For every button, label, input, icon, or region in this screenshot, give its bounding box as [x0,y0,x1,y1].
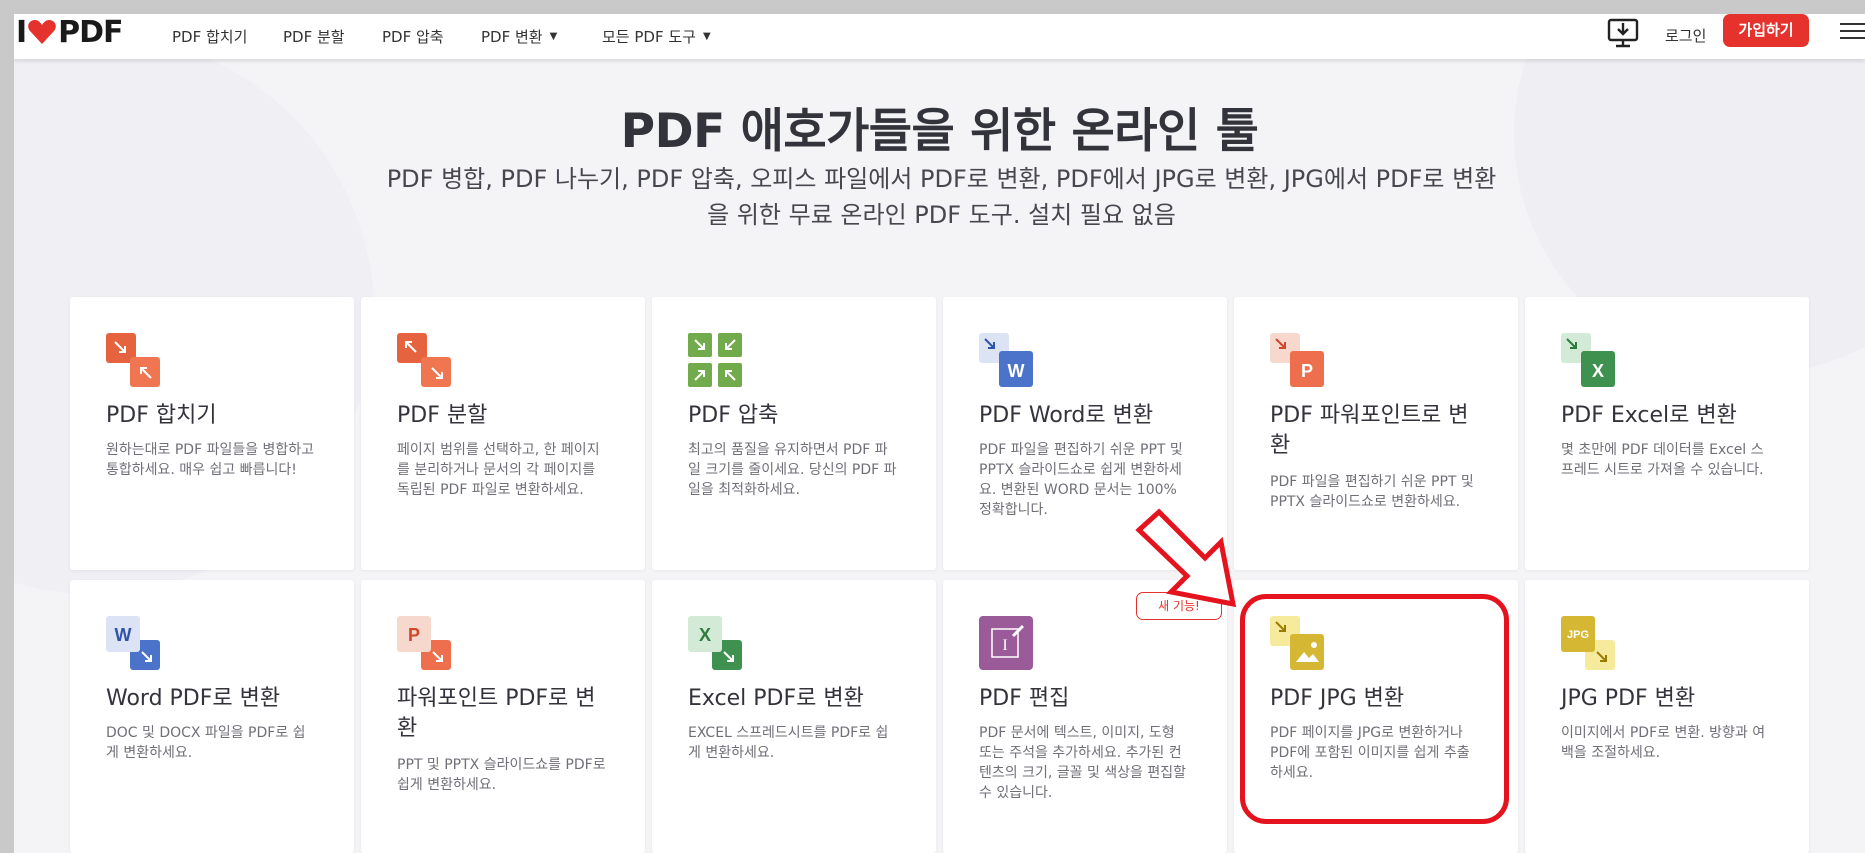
tool-description: DOC 및 DOCX 파일을 PDF로 쉽게 변환하세요. [106,725,306,761]
tool-card-pdf-to-powerpoint[interactable]: P PDF 파워포인트로 변환 PDF 파일을 편집하기 쉬운 PPT 및 PP… [1234,297,1518,570]
tool-title: PDF 합치기 [106,403,217,428]
tool-description: EXCEL 스프레드시트를 PDF로 쉽게 변환하세요. [688,725,889,761]
tool-card-pdf-to-excel[interactable]: X PDF Excel로 변환 몇 초만에 PDF 데이터를 Excel 스프레… [1525,297,1809,570]
menu-icon[interactable] [1840,19,1865,41]
tool-card-word-to-pdf[interactable]: W Word PDF로 변환 DOC 및 DOCX 파일을 PDF로 쉽게 변환… [70,580,354,853]
svg-text:P: P [408,625,420,645]
page: I PDF PDF 합치기 PDF 분할 PDF 압축 PDF 변환 ▼ 모든 P… [14,14,1865,853]
excel-to-pdf-icon: X [688,616,742,670]
tool-title: Excel PDF로 변환 [688,686,864,711]
page-subtitle: PDF 병합, PDF 나누기, PDF 압축, 오피스 파일에서 PDF로 변… [386,165,1497,229]
tool-card-split[interactable]: PDF 분할 페이지 범위를 선택하고, 한 페이지를 분리하거나 문서의 각 … [361,297,645,570]
signup-button[interactable]: 가입하기 [1723,14,1809,47]
logo-text-pdf: PDF [58,14,123,50]
heart-icon [28,20,56,44]
tool-card-jpg-to-pdf[interactable]: JPG JPG PDF 변환 이미지에서 PDF로 변환. 방향과 여백을 조절… [1525,580,1809,853]
tool-title: PDF JPG 변환 [1270,686,1405,711]
svg-text:W: W [1008,361,1025,381]
tool-title: PDF 압축 [688,403,779,428]
tool-title: PDF 파워포인트로 변환 [1270,403,1469,458]
edit-pdf-icon: I [979,616,1033,670]
tool-description: 페이지 범위를 선택하고, 한 페이지를 분리하거나 문서의 각 페이지를 독립… [397,442,600,498]
tool-description: 몇 초만에 PDF 데이터를 Excel 스프레드 시트로 가져올 수 있습니다… [1561,442,1764,478]
tool-card-pdf-to-jpg[interactable]: PDF JPG 변환 PDF 페이지를 JPG로 변환하거나 PDF에 포함된 … [1234,580,1518,853]
nav-compress[interactable]: PDF 압축 [382,14,444,59]
compress-icon [688,333,742,387]
tool-description: 원하는대로 PDF 파일들을 병합하고 통합하세요. 매우 쉽고 빠릅니다! [106,442,315,478]
tool-card-excel-to-pdf[interactable]: X Excel PDF로 변환 EXCEL 스프레드시트를 PDF로 쉽게 변환… [652,580,936,853]
desktop-download-icon[interactable] [1603,14,1643,54]
tool-card-compress[interactable]: PDF 압축 최고의 품질을 유지하면서 PDF 파일 크기를 줄이세요. 당신… [652,297,936,570]
caret-down-icon: ▼ [702,31,711,42]
tool-title: PDF 편집 [979,686,1070,711]
tool-description: PDF 문서에 텍스트, 이미지, 도형 또는 주석을 추가하세요. 추가된 컨… [979,725,1187,801]
split-icon [397,333,451,387]
tool-card-merge[interactable]: PDF 합치기 원하는대로 PDF 파일들을 병합하고 통합하세요. 매우 쉽고… [70,297,354,570]
top-navbar: I PDF PDF 합치기 PDF 분할 PDF 압축 PDF 변환 ▼ 모든 P… [14,14,1865,59]
pdf-to-word-icon: W [979,333,1033,387]
pdf-to-excel-icon: X [1561,333,1615,387]
caret-down-icon: ▼ [549,31,558,42]
tool-title: PDF 분할 [397,403,488,428]
tool-card-edit-pdf[interactable]: I PDF 편집 PDF 문서에 텍스트, 이미지, 도형 또는 주석을 추가하… [943,580,1227,853]
tool-description: PDF 파일을 편집하기 쉬운 PPT 및 PPTX 슬라이드쇼로 변환하세요. [1270,474,1474,510]
logo-text-i: I [16,14,27,50]
tool-description: 최고의 품질을 유지하면서 PDF 파일 크기를 줄이세요. 당신의 PDF 파… [688,442,897,498]
annotation-arrow-icon [1135,508,1237,608]
page-title: PDF 애호가들을 위한 온라인 툴 [620,104,1259,159]
nav-convert[interactable]: PDF 변환 ▼ [481,14,557,59]
tool-title: PDF Word로 변환 [979,403,1154,428]
word-to-pdf-icon: W [106,616,160,670]
nav-merge[interactable]: PDF 합치기 [172,14,247,59]
svg-text:P: P [1301,361,1313,381]
tool-title: JPG PDF 변환 [1561,686,1696,711]
tool-title: PDF Excel로 변환 [1561,403,1737,428]
tool-title: 파워포인트 PDF로 변환 [397,686,596,741]
logo[interactable]: I PDF [16,14,124,50]
svg-text:JPG: JPG [1567,629,1589,641]
merge-icon [106,333,160,387]
svg-text:I: I [1002,637,1007,654]
svg-text:W: W [115,625,132,645]
nav-split[interactable]: PDF 분할 [283,14,345,59]
nav-all-tools[interactable]: 모든 PDF 도구 ▼ [602,14,711,59]
pdf-to-powerpoint-icon: P [1270,333,1324,387]
powerpoint-to-pdf-icon: P [397,616,451,670]
jpg-to-pdf-icon: JPG [1561,616,1615,670]
login-link[interactable]: 로그인 [1665,14,1706,59]
tool-description: PDF 페이지를 JPG로 변환하거나 PDF에 포함된 이미지를 쉽게 추출하… [1270,725,1470,781]
tool-card-powerpoint-to-pdf[interactable]: P 파워포인트 PDF로 변환 PPT 및 PPTX 슬라이드쇼를 PDF로 쉽… [361,580,645,853]
svg-text:X: X [1592,361,1604,381]
tool-description: PPT 및 PPTX 슬라이드쇼를 PDF로 쉽게 변환하세요. [397,757,606,793]
pdf-to-jpg-icon [1270,616,1324,670]
tool-description: 이미지에서 PDF로 변환. 방향과 여백을 조절하세요. [1561,725,1766,761]
tool-title: Word PDF로 변환 [106,686,281,711]
svg-text:X: X [699,625,711,645]
